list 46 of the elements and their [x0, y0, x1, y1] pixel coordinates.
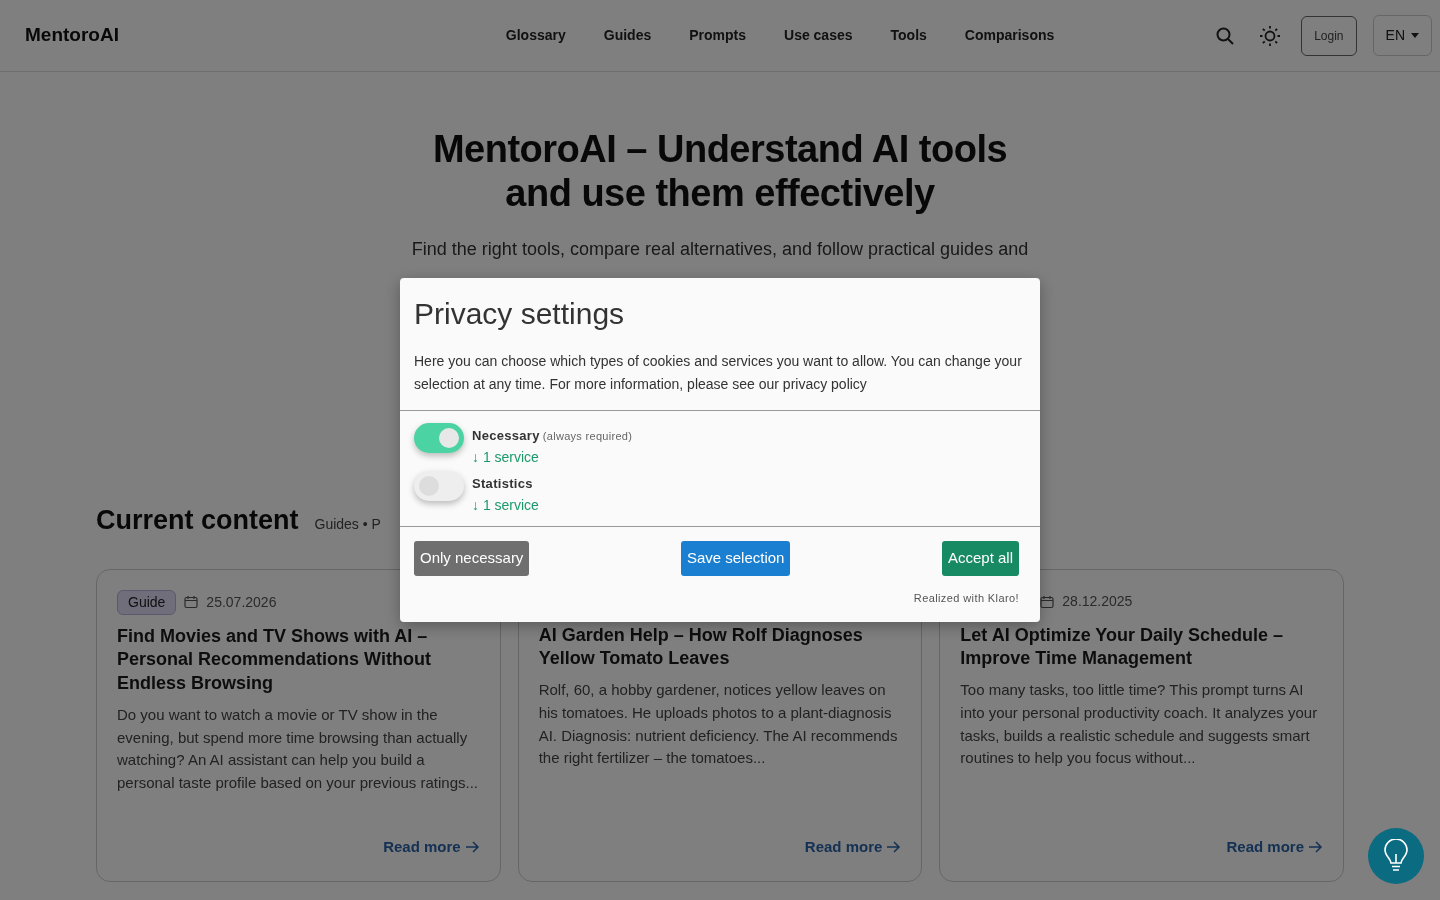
- article-date: 28.12.2025: [1062, 592, 1133, 612]
- read-more-link[interactable]: Read more: [1226, 836, 1323, 859]
- section-subtitle: Guides • P: [314, 515, 381, 535]
- services-link[interactable]: ↓ 1 service: [472, 447, 633, 469]
- dialog-description: Here you can choose which types of cookies and services you want to allow. You can change your selection at any time. For more information, please see our privacy policy: [414, 352, 1023, 395]
- arrow-icon: [464, 841, 480, 854]
- section-title: Current content: [96, 504, 299, 537]
- save-selection-button[interactable]: Save selection: [680, 541, 791, 576]
- article-date: 25.07.2026: [206, 592, 277, 612]
- brand-logo[interactable]: MentoroAI: [25, 21, 119, 50]
- read-more-link[interactable]: Read more: [804, 836, 902, 859]
- purpose-name: Statistics: [472, 476, 533, 492]
- powered-by-text: Realized with Klaro!: [912, 590, 1019, 606]
- purpose-name: Necessary: [472, 428, 540, 444]
- article-excerpt: Too many tasks, too little time? This prompt turns AI into your personal productivity coach. It analyzes your tasks, builds a realistic schedule and suggests smart routines to help you focus without...: [960, 680, 1319, 769]
- nav-link[interactable]: Comparisons: [964, 25, 1055, 46]
- category-tag: Guide: [117, 589, 177, 615]
- article-title[interactable]: Find Movies and TV Shows with AI – Personal Recommendations Without Endless Browsing: [117, 624, 480, 696]
- toggle-switch[interactable]: [414, 423, 464, 454]
- toggle-switch[interactable]: [414, 471, 464, 502]
- arrow-icon: [1308, 841, 1323, 854]
- services-link[interactable]: ↓ 1 service: [472, 495, 539, 517]
- language-dropdown[interactable]: EN: [1372, 15, 1432, 56]
- calendar-icon: [184, 595, 199, 610]
- article-title[interactable]: AI Garden Help – How Rolf Diagnoses Yellow Tomato Leaves: [538, 623, 902, 672]
- hero-title: MentoroAI – Understand AI tools and use them effectively: [431, 128, 1009, 216]
- only-necessary-button[interactable]: Only necessary: [414, 541, 530, 576]
- article-excerpt: Rolf, 60, a hobby gardener, notices yellow leaves on his tomatoes. He uploads photos to a plant-diagnosis AI. Diagnosis: nutrient deficiency. The AI recommends the right fertilizer – the tomatoes...: [538, 680, 899, 769]
- article-excerpt: Do you want to watch a movie or TV show in the evening, but spend more time browsing than actually watching? An AI assistant can help you build a personal taste profile based on your previous ratings...: [117, 704, 480, 794]
- article-title[interactable]: Let AI Optimize Your Daily Schedule – Improve Time Management: [960, 623, 1323, 672]
- hero-subtitle: Find the right tools, compare real alternatives, and follow practical guides and: [410, 238, 1030, 262]
- purpose-note: (always required): [542, 430, 633, 443]
- arrow-icon: [886, 841, 902, 854]
- read-more-link[interactable]: Read more: [383, 836, 480, 859]
- lightbulb-button[interactable]: [1368, 828, 1424, 884]
- nav-link[interactable]: Guides: [603, 25, 652, 46]
- calendar-icon: [1040, 594, 1055, 609]
- caret-icon: [1411, 33, 1419, 38]
- nav-link[interactable]: Glossary: [505, 25, 566, 46]
- nav-link[interactable]: Tools: [890, 25, 927, 46]
- nav-link[interactable]: Use cases: [784, 25, 853, 46]
- dialog-title: Privacy settings: [414, 296, 626, 332]
- accept-all-button[interactable]: Accept all: [941, 541, 1019, 576]
- nav-link[interactable]: Prompts: [689, 25, 746, 46]
- lightbulb-icon: [1382, 839, 1410, 873]
- login-button[interactable]: Login: [1301, 15, 1357, 56]
